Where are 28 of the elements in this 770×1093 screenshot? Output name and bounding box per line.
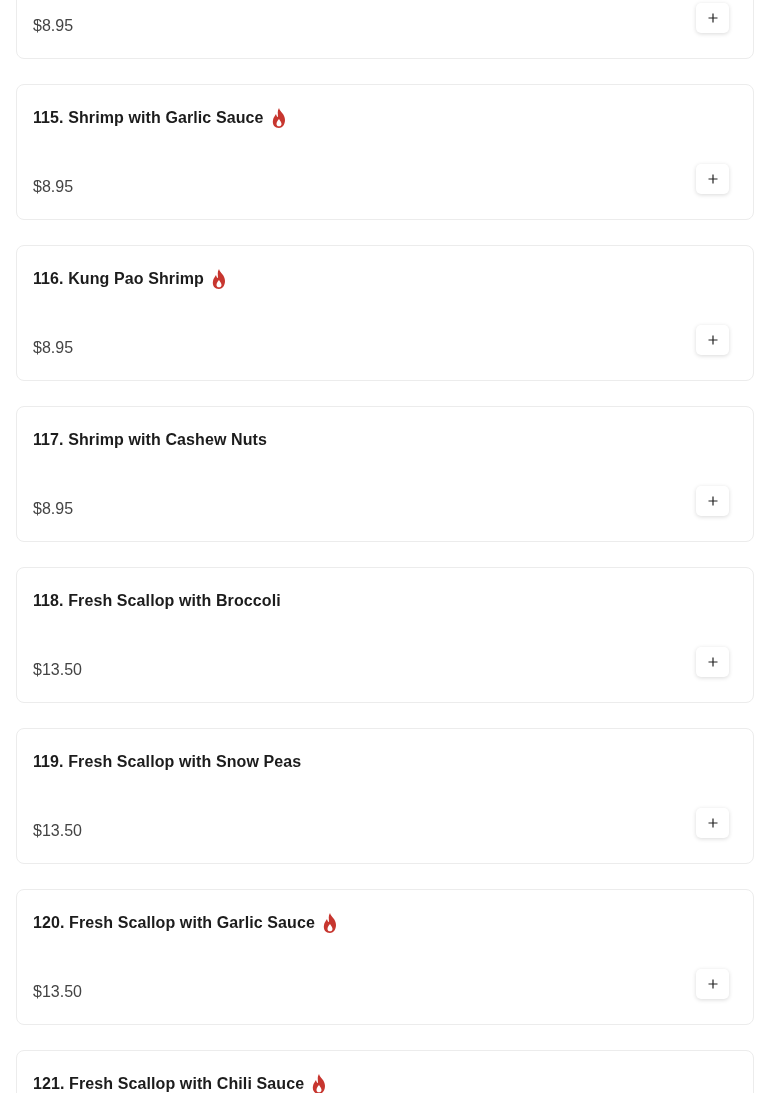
item-price: $13.50	[33, 660, 82, 680]
item-price: $8.95	[33, 16, 74, 36]
add-button[interactable]	[696, 325, 729, 355]
plus-icon	[707, 13, 718, 23]
item-price: $13.50	[33, 982, 82, 1002]
add-button[interactable]	[696, 808, 729, 838]
item-price: $8.95	[33, 338, 74, 358]
item-name: 117. Shrimp with Cashew Nuts	[33, 431, 267, 449]
add-button[interactable]	[696, 969, 729, 999]
add-button[interactable]	[696, 3, 729, 33]
add-button[interactable]	[696, 647, 729, 677]
item-name: 115. Shrimp with Garlic Sauce	[33, 109, 264, 127]
item-name: 118. Fresh Scallop with Broccoli	[33, 592, 281, 610]
item-name: 121. Fresh Scallop with Chili Sauce	[33, 1075, 305, 1093]
item-name: 116. Kung Pao Shrimp	[33, 270, 204, 288]
item-price: $8.95	[33, 177, 74, 197]
plus-icon	[707, 657, 718, 667]
plus-icon	[707, 979, 718, 989]
item-price: $8.95	[33, 499, 74, 519]
item-name: 119. Fresh Scallop with Snow Peas	[33, 753, 302, 771]
item-price: $13.50	[33, 821, 82, 841]
item-name: 120. Fresh Scallop with Garlic Sauce	[33, 914, 315, 932]
plus-icon	[707, 818, 718, 828]
plus-icon	[707, 335, 718, 345]
plus-icon	[707, 496, 718, 506]
add-button[interactable]	[696, 164, 729, 194]
plus-icon	[707, 174, 718, 184]
add-button[interactable]	[696, 486, 729, 516]
